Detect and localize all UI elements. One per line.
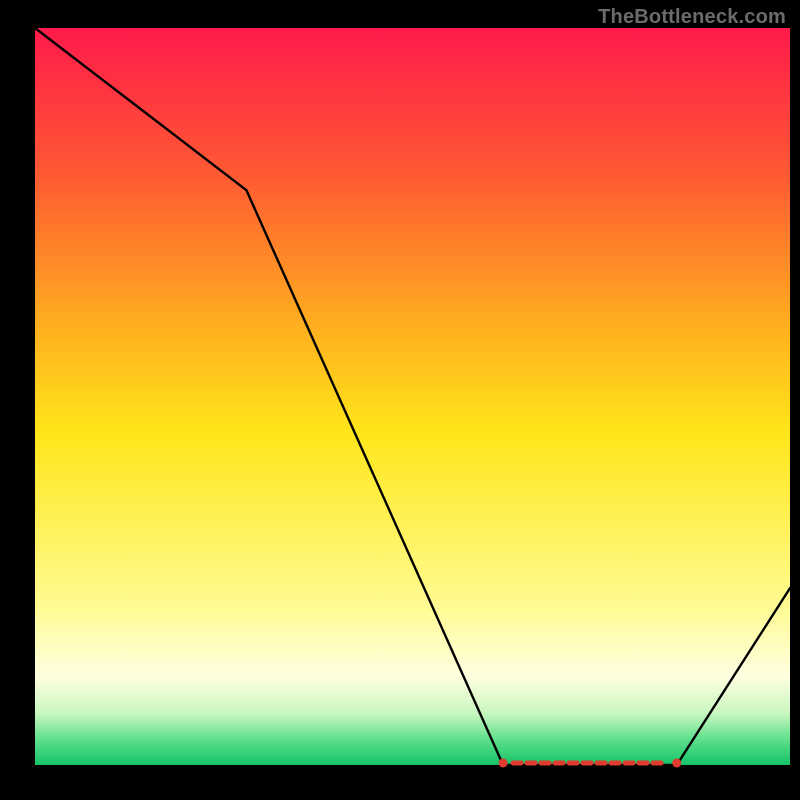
plot-background <box>35 28 790 765</box>
floor-endpoint <box>499 759 508 768</box>
watermark-text: TheBottleneck.com <box>598 6 786 29</box>
bottleneck-chart <box>0 0 800 800</box>
floor-endpoint <box>672 759 681 768</box>
chart-stage: TheBottleneck.com <box>0 0 800 800</box>
